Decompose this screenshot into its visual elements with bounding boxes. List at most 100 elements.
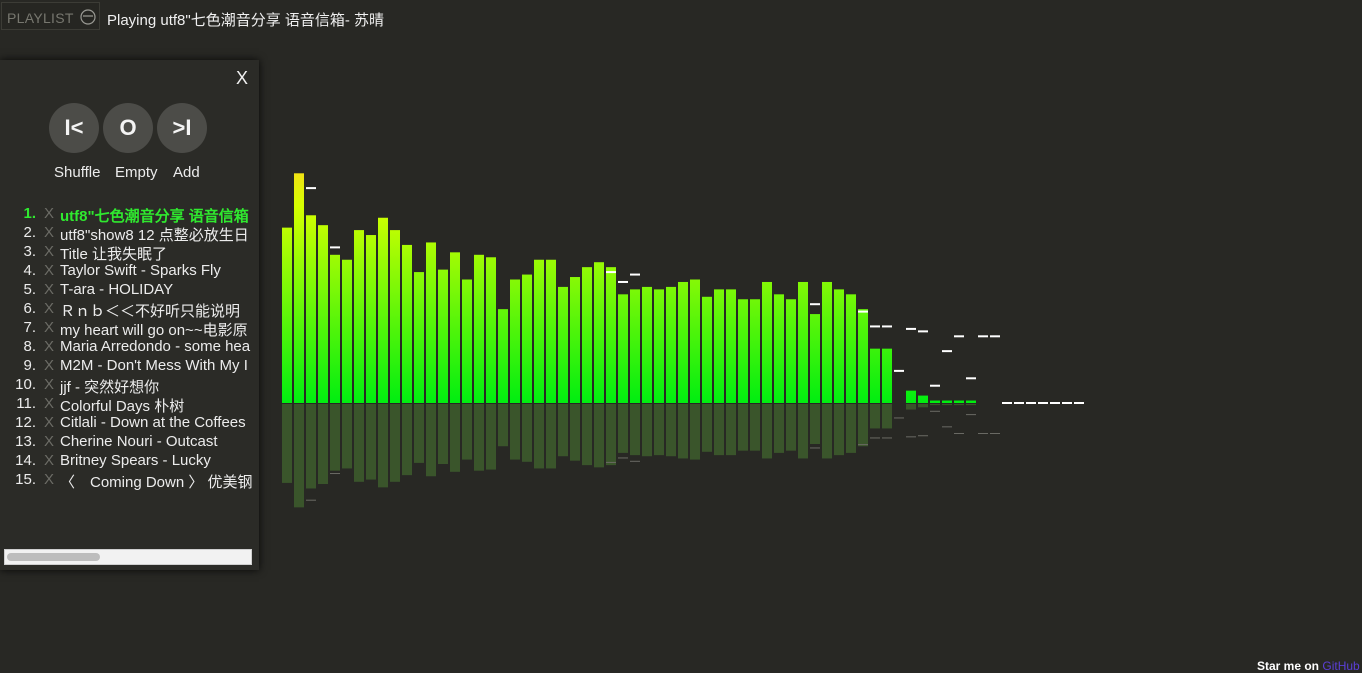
spectrum-bar-reflection xyxy=(966,404,976,406)
track-list: 1. Xutf8"七色潮音分享 语音信箱 2. Xutf8"show8 12 点整必放… xyxy=(0,205,254,505)
remove-track-icon[interactable]: X xyxy=(44,433,54,450)
spectrum-peak-cap xyxy=(870,325,880,328)
track-row[interactable]: 2. Xutf8"show8 12 点整必放生日 xyxy=(0,224,254,245)
spectrum-bar xyxy=(474,254,484,403)
spectrum-bar xyxy=(402,244,412,403)
spectrum-bar xyxy=(618,294,628,403)
spectrum-bar xyxy=(366,235,376,403)
track-title[interactable]: my heart will go on~~电影原 xyxy=(60,319,248,340)
spectrum-bar-reflection xyxy=(678,404,688,459)
spectrum-bar-reflection xyxy=(486,404,496,470)
track-title[interactable]: Maria Arredondo - some hea xyxy=(60,338,250,355)
track-title[interactable]: M2M - Don't Mess With My I xyxy=(60,357,248,374)
spectrum-bar-reflection xyxy=(702,404,712,452)
spectrum-bar xyxy=(582,267,592,403)
remove-track-icon[interactable]: X xyxy=(44,414,54,431)
track-title[interactable]: Taylor Swift - Sparks Fly xyxy=(60,262,221,279)
spectrum-bar-reflection xyxy=(282,404,292,483)
track-number: 2. xyxy=(23,224,36,241)
spectrum-bar-reflection xyxy=(726,404,736,456)
spectrum-bar-reflection xyxy=(942,404,952,406)
spectrum-bar-reflection xyxy=(654,404,664,456)
track-row[interactable]: 11. X Colorful Days 朴树 xyxy=(0,395,254,416)
spectrum-bar-reflection xyxy=(426,404,436,477)
track-number: 3. xyxy=(23,243,36,260)
spectrum-bar-reflection xyxy=(738,404,748,451)
track-title[interactable]: Colorful Days 朴树 xyxy=(60,395,184,416)
spectrum-peak-reflection xyxy=(990,433,1000,435)
add-button[interactable]: >I xyxy=(157,103,207,153)
remove-track-icon[interactable]: X xyxy=(44,338,54,355)
track-title[interactable]: utf8"show8 12 点整必放生日 xyxy=(60,224,249,245)
remove-track-icon[interactable]: X xyxy=(44,243,54,260)
track-row[interactable]: 14. X Britney Spears - Lucky xyxy=(0,452,254,471)
spectrum-bar-reflection xyxy=(582,404,592,466)
track-title[interactable]: Citlali - Down at the Coffees xyxy=(60,414,246,431)
spectrum-bar-reflection xyxy=(294,404,304,508)
track-row[interactable]: 6. X Ｒｎｂ＜＜不好听只能说明 xyxy=(0,300,254,321)
track-row[interactable]: 3. X Title 让我失眠了 xyxy=(0,243,254,264)
track-row[interactable]: 1. Xutf8"七色潮音分享 语音信箱 xyxy=(0,205,254,226)
remove-track-icon[interactable]: X xyxy=(44,319,54,336)
remove-track-icon[interactable]: X xyxy=(44,281,54,298)
spectrum-bar-reflection xyxy=(834,404,844,456)
track-title[interactable]: Title 让我失眠了 xyxy=(60,243,167,264)
spectrum-bar-reflection xyxy=(618,404,628,453)
spectrum-peak-cap xyxy=(966,377,976,380)
track-row[interactable]: 7. Xmy heart will go on~~电影原 xyxy=(0,319,254,340)
spectrum-peak-cap xyxy=(990,335,1000,338)
spectrum-bar xyxy=(354,230,364,403)
track-title[interactable]: T-ara - HOLIDAY xyxy=(60,281,173,298)
spectrum-bar-reflection xyxy=(522,404,532,462)
track-row[interactable]: 9. X M2M - Don't Mess With My I xyxy=(0,357,254,376)
spectrum-bar xyxy=(438,269,448,403)
playlist-toggle-label: PLAYLIST xyxy=(7,10,74,26)
remove-track-icon[interactable]: X xyxy=(44,376,54,393)
track-row[interactable]: 8. X Maria Arredondo - some hea xyxy=(0,338,254,357)
spectrum-bar xyxy=(426,242,436,403)
track-row[interactable]: 13. X Cherine Nouri - Outcast xyxy=(0,433,254,452)
remove-track-icon[interactable]: X xyxy=(44,262,54,279)
spectrum-bar-reflection xyxy=(558,404,568,457)
remove-track-icon[interactable]: X xyxy=(44,205,54,222)
track-title[interactable]: jjf - 突然好想你 xyxy=(60,376,159,397)
track-title[interactable]: Cherine Nouri - Outcast xyxy=(60,433,218,450)
remove-track-icon[interactable]: X xyxy=(44,224,54,241)
track-row[interactable]: 12. X Citlali - Down at the Coffees xyxy=(0,414,254,433)
track-title[interactable]: 〈 Coming Down 〉 优美钢 xyxy=(60,471,253,492)
track-row[interactable]: 4. X Taylor Swift - Sparks Fly xyxy=(0,262,254,281)
spectrum-bar-reflection xyxy=(750,404,760,451)
spectrum-bar-reflection xyxy=(414,404,424,463)
empty-button[interactable]: O xyxy=(103,103,153,153)
remove-track-icon[interactable]: X xyxy=(44,357,54,374)
track-title[interactable]: Ｒｎｂ＜＜不好听只能说明 xyxy=(60,300,240,321)
spectrum-bar-reflection xyxy=(690,404,700,460)
track-row[interactable]: 15. X 〈 Coming Down 〉 优美钢 xyxy=(0,471,254,492)
remove-track-icon[interactable]: X xyxy=(44,452,54,469)
remove-track-icon[interactable]: X xyxy=(44,395,54,412)
remove-track-icon[interactable]: X xyxy=(44,471,54,488)
spectrum-peak-cap xyxy=(1014,402,1024,404)
circle-toggle-icon xyxy=(80,9,96,25)
track-title[interactable]: Britney Spears - Lucky xyxy=(60,452,211,469)
spectrum-bar xyxy=(690,279,700,403)
spectrum-bar xyxy=(498,309,508,403)
track-row[interactable]: 5. X T-ara - HOLIDAY xyxy=(0,281,254,300)
spectrum-bar-reflection xyxy=(714,404,724,456)
github-link[interactable]: GitHub xyxy=(1322,659,1359,673)
track-title[interactable]: utf8"七色潮音分享 语音信箱 xyxy=(60,205,249,226)
shuffle-button[interactable]: I< xyxy=(49,103,99,153)
spectrum-bar-reflection xyxy=(954,404,964,406)
horizontal-scrollbar[interactable] xyxy=(4,549,252,565)
close-panel-button[interactable]: X xyxy=(236,68,248,89)
playlist-toggle-button[interactable]: PLAYLIST xyxy=(1,2,100,30)
track-row[interactable]: 10. Xjjf - 突然好想你 xyxy=(0,376,254,397)
spectrum-peak-cap xyxy=(630,273,640,276)
next-icon: >I xyxy=(172,115,192,140)
spectrum-bar-reflection xyxy=(318,404,328,485)
spectrum-bar xyxy=(750,299,760,403)
spectrum-bar xyxy=(702,296,712,403)
spectrum-bar xyxy=(726,289,736,403)
scrollbar-thumb[interactable] xyxy=(7,553,100,561)
remove-track-icon[interactable]: X xyxy=(44,300,54,317)
